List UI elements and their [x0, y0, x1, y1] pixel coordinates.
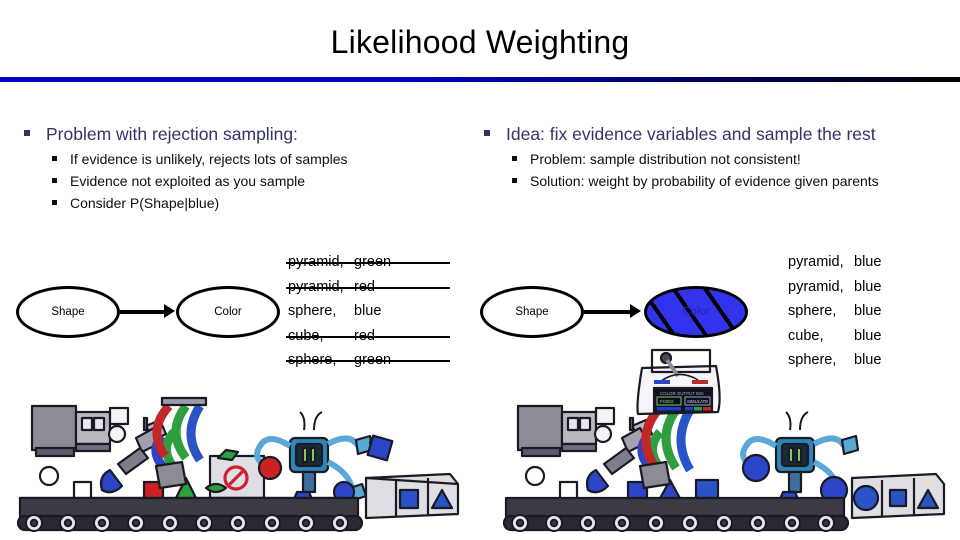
sample-color: blue — [854, 254, 882, 270]
sample-row: cube, red — [286, 324, 450, 349]
bullet-marker-icon — [484, 130, 490, 136]
arrowhead-icon — [164, 304, 175, 318]
bullet-label: Idea: fix evidence variables and sample … — [506, 124, 876, 144]
sample-shape: sphere, — [788, 303, 837, 319]
sub-bullet-unlikely-evidence: If evidence is unlikely, rejects lots of… — [18, 149, 470, 170]
title-divider — [0, 77, 960, 82]
sub-bullet-label: Evidence not exploited as you sample — [70, 173, 306, 189]
sample-shape: pyramid, — [288, 278, 344, 295]
sample-row: sphere, green — [286, 348, 450, 373]
sample-shape: pyramid, — [788, 254, 844, 270]
bullet-marker-icon — [24, 130, 30, 136]
sub-bullet-marker-icon — [52, 156, 57, 161]
sample-color: blue — [854, 303, 882, 319]
factory-illustration-weighted: COLOR OUTPUT MIX FIXED SIMULATE — [500, 340, 950, 540]
node-shape: Shape — [480, 286, 584, 338]
sample-color: blue — [354, 303, 382, 319]
bullet-problem-rejection-sampling: Problem with rejection sampling: — [18, 122, 470, 146]
bayes-net-unobserved: Shape Color — [16, 286, 286, 340]
sample-row: pyramid, blue — [788, 275, 958, 300]
node-shape: Shape — [16, 286, 120, 338]
edge-shape-to-color — [120, 310, 168, 314]
sample-shape: sphere, — [288, 303, 337, 319]
sample-color: blue — [854, 278, 882, 295]
sub-bullet-marker-icon — [52, 178, 57, 183]
left-content-column: Problem with rejection sampling: If evid… — [18, 122, 470, 215]
node-shape-label: Shape — [51, 306, 85, 318]
sub-bullet-label: Problem: sample distribution not consist… — [530, 151, 801, 167]
sub-bullet-label: If evidence is unlikely, rejects lots of… — [70, 151, 348, 167]
node-color-label: Color — [214, 306, 242, 318]
sub-bullet-marker-icon — [512, 156, 517, 161]
sample-shape: pyramid, — [288, 254, 344, 270]
sub-bullet-evidence-not-exploited: Evidence not exploited as you sample — [18, 171, 470, 192]
sample-color: green — [354, 254, 392, 270]
sub-bullet-label: Solution: weight by probability of evide… — [530, 173, 879, 189]
sub-bullet-marker-icon — [52, 200, 57, 205]
bullet-label: Problem with rejection sampling: — [46, 124, 298, 144]
sample-list-rejection: pyramid, green pyramid, red sphere, blue… — [286, 250, 450, 373]
sample-row: sphere, blue — [288, 299, 448, 324]
node-shape-label: Shape — [515, 306, 549, 318]
sub-bullet-consider-query: Consider P(Shape|blue) — [18, 193, 470, 214]
node-color-label: Color — [682, 306, 710, 318]
sub-bullet-label: Consider P(Shape|blue) — [70, 195, 220, 211]
sub-bullet-solution-weight: Solution: weight by probability of evide… — [478, 171, 948, 192]
console-right-button-text: SIMULATE — [687, 399, 708, 404]
bullet-idea-fix-evidence: Idea: fix evidence variables and sample … — [478, 122, 948, 146]
arrowhead-icon — [630, 304, 641, 318]
factory-illustration-rejection — [14, 392, 464, 540]
sample-shape: pyramid, — [788, 278, 844, 295]
console-header-text: COLOR OUTPUT MIX — [660, 391, 704, 396]
sample-row: pyramid, blue — [788, 250, 958, 275]
bayes-net-observed: Shape Color — [480, 286, 764, 342]
left-sub-bullet-list: If evidence is unlikely, rejects lots of… — [18, 149, 470, 214]
sample-row: sphere, blue — [788, 299, 958, 324]
sample-color: green — [354, 352, 392, 368]
sample-color: red — [354, 278, 375, 295]
page-title: Likelihood Weighting — [330, 24, 630, 60]
right-content-column: Idea: fix evidence variables and sample … — [478, 122, 948, 193]
sub-bullet-marker-icon — [512, 178, 517, 183]
edge-shape-to-color — [584, 310, 634, 314]
node-color-evidence: Color — [644, 286, 748, 338]
sample-color: red — [354, 327, 375, 344]
sub-bullet-problem-not-consistent: Problem: sample distribution not consist… — [478, 149, 948, 170]
console-left-button-text: FIXED — [660, 399, 674, 404]
sample-shape: cube, — [288, 327, 324, 344]
node-color: Color — [176, 286, 280, 338]
right-sub-bullet-list: Problem: sample distribution not consist… — [478, 149, 948, 192]
sample-row: pyramid, green — [286, 250, 450, 275]
sample-row: pyramid, red — [286, 275, 450, 300]
sample-shape: sphere, — [288, 352, 337, 368]
